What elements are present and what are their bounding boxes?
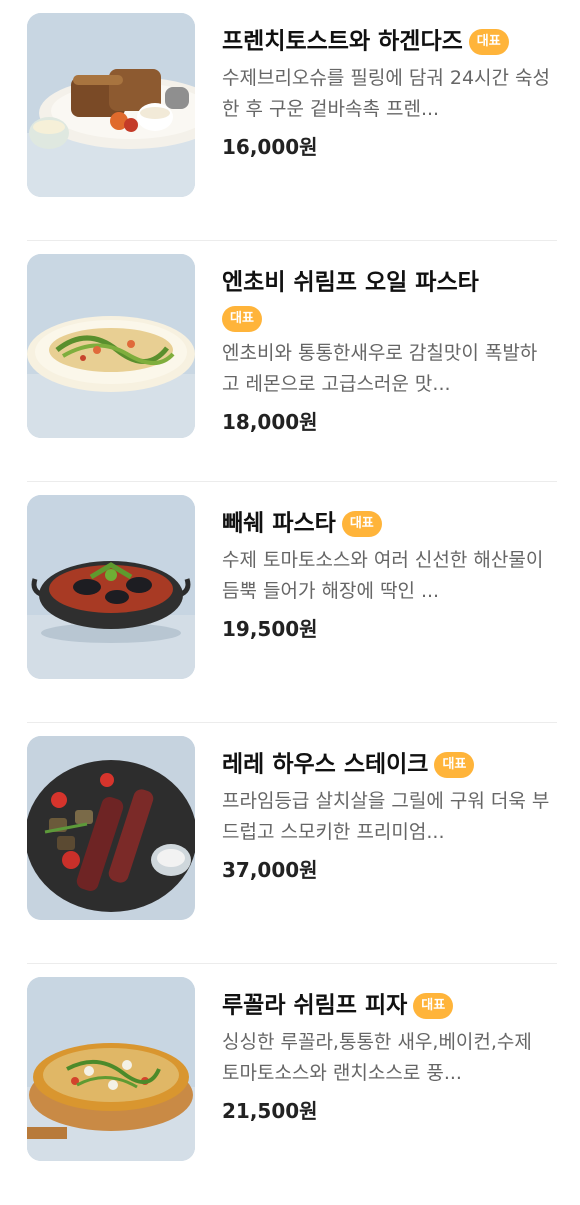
menu-item[interactable]: 엔초비 쉬림프 오일 파스타 대표 엔초비와 통통한새우로 감칠맛이 폭발하고 … bbox=[0, 241, 580, 482]
menu-item-description: 수제브리오슈를 필링에 담궈 24시간 숙성한 후 구운 겉바속촉 프렌... bbox=[222, 66, 551, 120]
steak-photo[interactable] bbox=[27, 736, 195, 920]
menu-item-price: 37,000원 bbox=[222, 857, 318, 882]
signature-badge: 대표 bbox=[222, 306, 262, 332]
signature-badge: 대표 bbox=[468, 28, 509, 55]
menu-item-price: 21,500원 bbox=[222, 1098, 318, 1123]
menu-item-name: 루꼴라 쉬림프 피자 bbox=[222, 992, 408, 1019]
menu-item[interactable]: 프렌치토스트와 하겐다즈 대표 수제브리오슈를 필링에 담궈 24시간 숙성한 후… bbox=[0, 0, 580, 241]
menu-item-title: 프렌치토스트와 하겐다즈 대표 bbox=[222, 24, 557, 59]
signature-badge: 대표 bbox=[413, 992, 454, 1019]
menu-item[interactable]: 루꼴라 쉬림프 피자 대표 싱싱한 루꼴라,통통한 새우,베이컨,수제 토마토소스… bbox=[0, 964, 580, 1205]
signature-badge: 대표 bbox=[434, 751, 475, 778]
menu-item-name: 빼쉐 파스타 bbox=[222, 510, 336, 537]
menu-item-info: 빼쉐 파스타 대표 수제 토마토소스와 여러 신선한 해산물이 듬뿍 들어가 해장… bbox=[222, 506, 557, 642]
menu-item-title: 레레 하우스 스테이크 대표 bbox=[222, 747, 557, 782]
oil-pasta-photo[interactable] bbox=[27, 254, 195, 438]
menu-list: 프렌치토스트와 하겐다즈 대표 수제브리오슈를 필링에 담궈 24시간 숙성한 후… bbox=[0, 0, 580, 1205]
menu-item-title: 엔초비 쉬림프 오일 파스타 대표 bbox=[222, 265, 557, 334]
menu-item-price: 18,000원 bbox=[222, 409, 318, 434]
menu-item-title: 빼쉐 파스타 대표 bbox=[222, 506, 557, 541]
french-toast-photo[interactable] bbox=[27, 13, 195, 197]
pizza-photo[interactable] bbox=[27, 977, 195, 1161]
menu-item[interactable]: 빼쉐 파스타 대표 수제 토마토소스와 여러 신선한 해산물이 듬뿍 들어가 해장… bbox=[0, 482, 580, 723]
menu-item-description: 수제 토마토소스와 여러 신선한 해산물이 듬뿍 들어가 해장에 딱인 ... bbox=[222, 548, 544, 602]
menu-item-name: 프렌치토스트와 하겐다즈 bbox=[222, 28, 463, 55]
menu-item-price: 16,000원 bbox=[222, 134, 318, 159]
menu-item-name: 엔초비 쉬림프 오일 파스타 bbox=[222, 269, 479, 296]
menu-item-description: 엔초비와 통통한새우로 감칠맛이 폭발하고 레몬으로 고급스러운 맛... bbox=[222, 341, 538, 395]
menu-item-info: 루꼴라 쉬림프 피자 대표 싱싱한 루꼴라,통통한 새우,베이컨,수제 토마토소스… bbox=[222, 988, 557, 1124]
menu-item-title: 루꼴라 쉬림프 피자 대표 bbox=[222, 988, 557, 1023]
signature-badge: 대표 bbox=[341, 510, 382, 537]
menu-item-price: 19,500원 bbox=[222, 616, 318, 641]
menu-item-name: 레레 하우스 스테이크 bbox=[222, 751, 429, 778]
menu-item-info: 레레 하우스 스테이크 대표 프라임등급 살치살을 그릴에 구워 더욱 부드럽고 … bbox=[222, 747, 557, 883]
menu-item[interactable]: 레레 하우스 스테이크 대표 프라임등급 살치살을 그릴에 구워 더욱 부드럽고 … bbox=[0, 723, 580, 964]
menu-item-info: 엔초비 쉬림프 오일 파스타 대표 엔초비와 통통한새우로 감칠맛이 폭발하고 … bbox=[222, 265, 557, 435]
menu-item-description: 싱싱한 루꼴라,통통한 새우,베이컨,수제 토마토소스와 랜치소스로 풍... bbox=[222, 1030, 532, 1084]
menu-item-info: 프렌치토스트와 하겐다즈 대표 수제브리오슈를 필링에 담궈 24시간 숙성한 후… bbox=[222, 24, 557, 160]
seafood-pasta-photo[interactable] bbox=[27, 495, 195, 679]
menu-item-description: 프라임등급 살치살을 그릴에 구워 더욱 부드럽고 스모키한 프리미엄... bbox=[222, 789, 550, 843]
